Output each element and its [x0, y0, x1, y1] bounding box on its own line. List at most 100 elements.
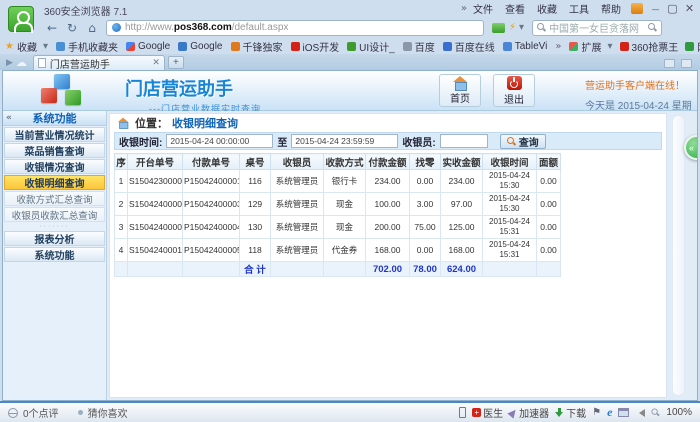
sidebar-item-business-overview[interactable]: 当前营业情况统计 — [4, 127, 105, 142]
home-button[interactable]: ⌂ — [82, 21, 102, 35]
bookmark-google-2[interactable]: Google — [178, 41, 222, 52]
cashier-input[interactable] — [440, 134, 488, 148]
collapse-icon[interactable] — [6, 113, 12, 123]
col-pay-no: 付款单号 — [183, 154, 240, 170]
table-row[interactable]: 3 S15042400003 P15042400004 130 系统管理员 现金… — [115, 216, 561, 239]
flag-icon[interactable] — [592, 407, 601, 418]
sidebar-item-cashier-overview[interactable]: 收银情况查询 — [4, 159, 105, 174]
download-icon — [555, 408, 564, 418]
app-body: 系统功能 当前营业情况统计 菜品销售查询 收银情况查询 收银明细查询 收款方式汇… — [3, 111, 697, 400]
bookmarks-overflow-icon[interactable] — [555, 41, 561, 52]
search-go-button[interactable] — [648, 23, 657, 32]
new-tab-button[interactable] — [168, 56, 184, 69]
app-logo — [41, 74, 83, 108]
google-icon — [178, 42, 187, 51]
query-button[interactable]: 查询 — [500, 134, 546, 149]
scrollbar-track[interactable] — [672, 115, 685, 396]
download-button[interactable]: 下载 — [555, 405, 586, 420]
cube-icon — [54, 74, 70, 89]
total-amount: 702.00 — [366, 262, 410, 277]
menu-favorites[interactable]: 收藏 — [531, 1, 563, 16]
zoom-icon[interactable] — [652, 408, 660, 416]
menu-file[interactable]: 文件 — [467, 1, 499, 16]
doctor-button[interactable]: 医生 — [472, 405, 503, 420]
site-icon — [291, 42, 300, 51]
time-from-input[interactable] — [166, 134, 273, 148]
url-path: /default.aspx — [232, 22, 289, 33]
chevron-down-icon[interactable] — [519, 22, 524, 33]
promo-icon[interactable] — [631, 3, 643, 14]
site-icon — [403, 42, 412, 51]
sidebar-item-system[interactable]: 系统功能 — [4, 247, 105, 262]
table-row[interactable]: 1 S15042300001 P15042400001 116 系统管理员 银行… — [115, 170, 561, 193]
ie-compat-icon[interactable] — [607, 405, 612, 420]
media-icon[interactable] — [664, 59, 675, 68]
table-row[interactable]: 4 S15042400018 P15042400005 118 系统管理员 代金… — [115, 239, 561, 262]
extensions-button[interactable]: 扩展 — [569, 39, 612, 54]
bookmark-ui-design[interactable]: UI设计_ — [347, 39, 395, 54]
bookmark-favorites[interactable]: 收藏 — [5, 39, 48, 54]
breadcrumb-value: 收银明细查询 — [172, 115, 238, 131]
total-label: 合 计 — [240, 262, 271, 277]
home-icon — [117, 118, 129, 128]
cloud-sync-icon[interactable] — [16, 56, 27, 69]
minimize-button[interactable] — [647, 2, 664, 15]
bookmark-google-1[interactable]: Google — [126, 41, 170, 52]
site-icon — [231, 42, 240, 51]
restore-button[interactable] — [664, 2, 681, 15]
booster-icon — [507, 407, 518, 418]
app-exit-button[interactable]: 退出 — [493, 74, 535, 107]
lightning-icon[interactable] — [509, 22, 516, 33]
window-icon[interactable] — [618, 408, 629, 417]
site-icon — [443, 42, 452, 51]
reviews-icon[interactable] — [8, 408, 18, 418]
menu-tools[interactable]: 工具 — [563, 1, 595, 16]
user-avatar[interactable] — [8, 6, 34, 32]
col-received: 实收金额 — [441, 154, 483, 170]
cashier-filter-label: 收银员: — [402, 134, 435, 149]
bookmark-qianfeng[interactable]: 千锋独家 — [231, 39, 283, 54]
reviews-count[interactable]: 0个点评 — [23, 405, 59, 420]
floating-service-button[interactable] — [684, 135, 698, 160]
app-title: 门店营运助手 — [125, 75, 261, 101]
sidebar-item-cashier-summary[interactable]: 收银员收款汇总查询 — [4, 207, 105, 222]
speaker-icon[interactable] — [635, 409, 645, 417]
col-cashier: 收银员 — [271, 154, 324, 170]
refresh-button[interactable]: ↻ — [62, 21, 82, 35]
close-button[interactable] — [681, 2, 698, 15]
total-received: 624.00 — [441, 262, 483, 277]
bookmark-mobile-favorites[interactable]: 手机收藏夹 — [56, 39, 118, 54]
bookmarks-bar: 收藏 手机收藏夹 Google Google 千锋独家 iOS开发 UI设计_ … — [0, 38, 700, 54]
back-button[interactable]: ← — [42, 21, 62, 35]
menu-view[interactable]: 查看 — [499, 1, 531, 16]
sidebar-item-report-analysis[interactable]: 报表分析 — [4, 231, 105, 246]
browser-window: 360安全浏览器 7.1 文件 查看 收藏 工具 帮助 ← ↻ ⌂ http:/… — [0, 0, 700, 422]
tab-store-assistant[interactable]: 门店营运助手 — [33, 55, 165, 70]
ip-badge-icon[interactable] — [492, 23, 505, 33]
address-bar[interactable]: http://www.pos368.com/default.aspx — [106, 20, 484, 36]
bookmark-ios-dev[interactable]: iOS开发 — [291, 39, 340, 54]
time-to-input[interactable] — [291, 134, 398, 148]
ticket-grabber-button[interactable]: 360抢票王 — [620, 39, 679, 54]
search-box[interactable]: 中国第一女巨贪落网 — [532, 20, 662, 36]
sidebar-item-payment-summary[interactable]: 收款方式汇总查询 — [4, 191, 105, 206]
menu-help[interactable]: 帮助 — [595, 1, 627, 16]
phone-mode-icon[interactable] — [459, 407, 466, 418]
tab-close-icon[interactable] — [152, 58, 160, 68]
app-home-button[interactable]: 首页 — [439, 74, 481, 107]
bookmark-baidu-online[interactable]: 百度在线 — [443, 39, 495, 54]
session-restore-icon[interactable] — [6, 58, 13, 68]
booster-button[interactable]: 加速器 — [509, 405, 549, 420]
sidebar-header[interactable]: 系统功能 — [3, 111, 106, 126]
online-banking-button[interactable]: 网银 — [685, 39, 700, 54]
sidebar-item-dish-sales[interactable]: 菜品销售查询 — [4, 143, 105, 158]
col-method: 收款方式 — [324, 154, 366, 170]
recommend-link[interactable]: 猜你喜欢 — [88, 405, 128, 420]
col-table-no: 桌号 — [240, 154, 271, 170]
reopen-tab-icon[interactable] — [681, 59, 692, 68]
bookmark-tablevi[interactable]: TableVi — [503, 41, 548, 52]
table-row[interactable]: 2 S15042400002 P15042400003 129 系统管理员 现金… — [115, 193, 561, 216]
sidebar-item-cashier-detail[interactable]: 收银明细查询 — [4, 175, 105, 190]
zoom-level[interactable]: 100% — [666, 407, 692, 418]
bookmark-baidu[interactable]: 百度 — [403, 39, 435, 54]
